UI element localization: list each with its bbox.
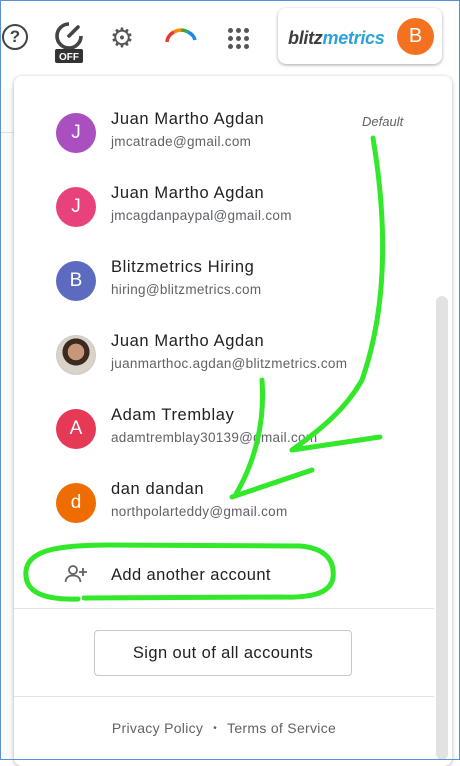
account-avatar: J: [56, 187, 96, 227]
terms-of-service-link[interactable]: Terms of Service: [227, 720, 336, 736]
account-email: northpolarteddy@gmail.com: [111, 504, 288, 519]
footer-separator: •: [213, 723, 218, 734]
account-avatar: A: [56, 409, 96, 449]
profile-photo-avatar: [56, 335, 96, 375]
blitzmetrics-logo: blitzmetrics: [288, 28, 385, 48]
account-item[interactable]: d dan dandan northpolarteddy@gmail.com: [14, 466, 434, 539]
timer-badge: OFF: [59, 52, 79, 63]
default-account-label: Default: [362, 114, 404, 129]
account-name: Adam Tremblay: [111, 406, 235, 424]
account-name: Juan Martho Agdan: [111, 184, 265, 202]
account-email: jmcatrade@gmail.com: [111, 134, 252, 149]
account-name: Juan Martho Agdan: [111, 332, 265, 350]
account-name: dan dandan: [111, 480, 205, 498]
gear-icon[interactable]: ⚙: [108, 24, 136, 52]
account-item[interactable]: J Juan Martho Agdan jmcagdanpaypal@gmail…: [14, 170, 434, 243]
timer-icon[interactable]: OFF: [52, 20, 86, 66]
account-email: jmcagdanpaypal@gmail.com: [111, 208, 292, 223]
account-item[interactable]: Juan Martho Agdan juanmarthoc.agdan@blit…: [14, 318, 434, 391]
account-avatar[interactable]: B: [397, 18, 434, 55]
background-page-edge: [0, 88, 14, 760]
top-toolbar: ? OFF ⚙ blitzmetrics B: [0, 0, 460, 80]
account-item[interactable]: J Juan Martho Agdan jmcatrade@gmail.com …: [14, 96, 434, 169]
help-icon[interactable]: ?: [2, 24, 28, 50]
account-avatar: J: [56, 113, 96, 153]
divider: [14, 696, 434, 697]
add-account-label: Add another account: [111, 566, 271, 584]
account-avatar: B: [56, 261, 96, 301]
account-menu-panel: J Juan Martho Agdan jmcatrade@gmail.com …: [14, 76, 452, 766]
account-item[interactable]: B Blitzmetrics Hiring hiring@blitzmetric…: [14, 244, 434, 317]
account-email: juanmarthoc.agdan@blitzmetrics.com: [111, 356, 348, 371]
account-switcher-button[interactable]: blitzmetrics B: [278, 8, 442, 64]
account-item[interactable]: A Adam Tremblay adamtremblay30139@gmail.…: [14, 392, 434, 465]
rainbow-extension-icon[interactable]: [164, 24, 198, 46]
account-name: Juan Martho Agdan: [111, 110, 265, 128]
account-name: Blitzmetrics Hiring: [111, 258, 255, 276]
divider: [14, 608, 434, 609]
sign-out-all-button[interactable]: Sign out of all accounts: [94, 630, 352, 676]
background-divider: [0, 132, 14, 133]
apps-grid-icon[interactable]: [226, 26, 250, 50]
privacy-policy-link[interactable]: Privacy Policy: [112, 720, 203, 736]
add-person-icon: [64, 564, 90, 584]
account-avatar: d: [56, 483, 96, 523]
footer-links: Privacy Policy • Terms of Service: [14, 720, 434, 736]
account-email: hiring@blitzmetrics.com: [111, 282, 262, 297]
account-email: adamtremblay30139@gmail.com: [111, 430, 318, 445]
scrollbar[interactable]: [436, 296, 448, 760]
add-another-account-button[interactable]: Add another account: [14, 546, 434, 606]
